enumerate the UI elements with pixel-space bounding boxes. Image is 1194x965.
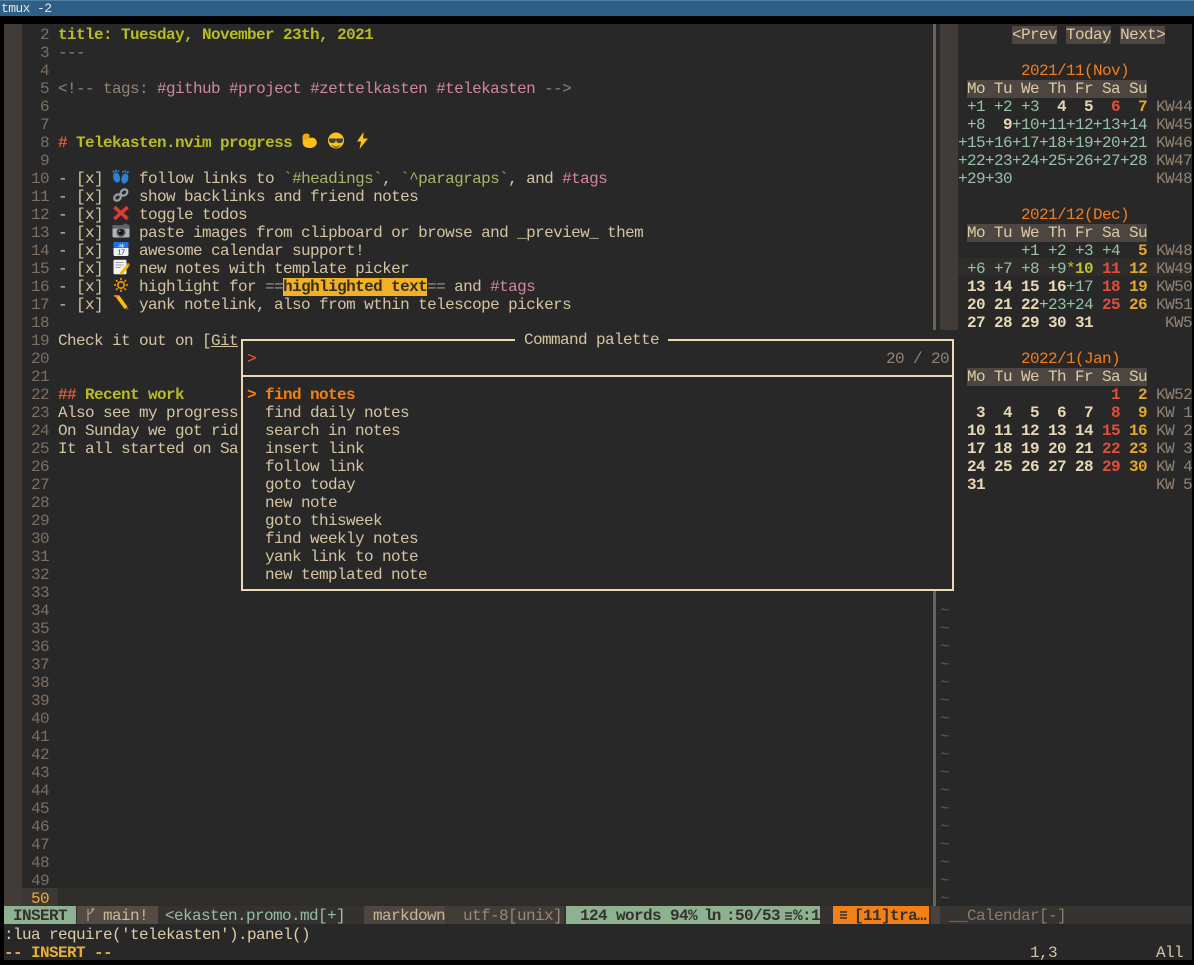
svg-text:17: 17 bbox=[117, 248, 125, 257]
